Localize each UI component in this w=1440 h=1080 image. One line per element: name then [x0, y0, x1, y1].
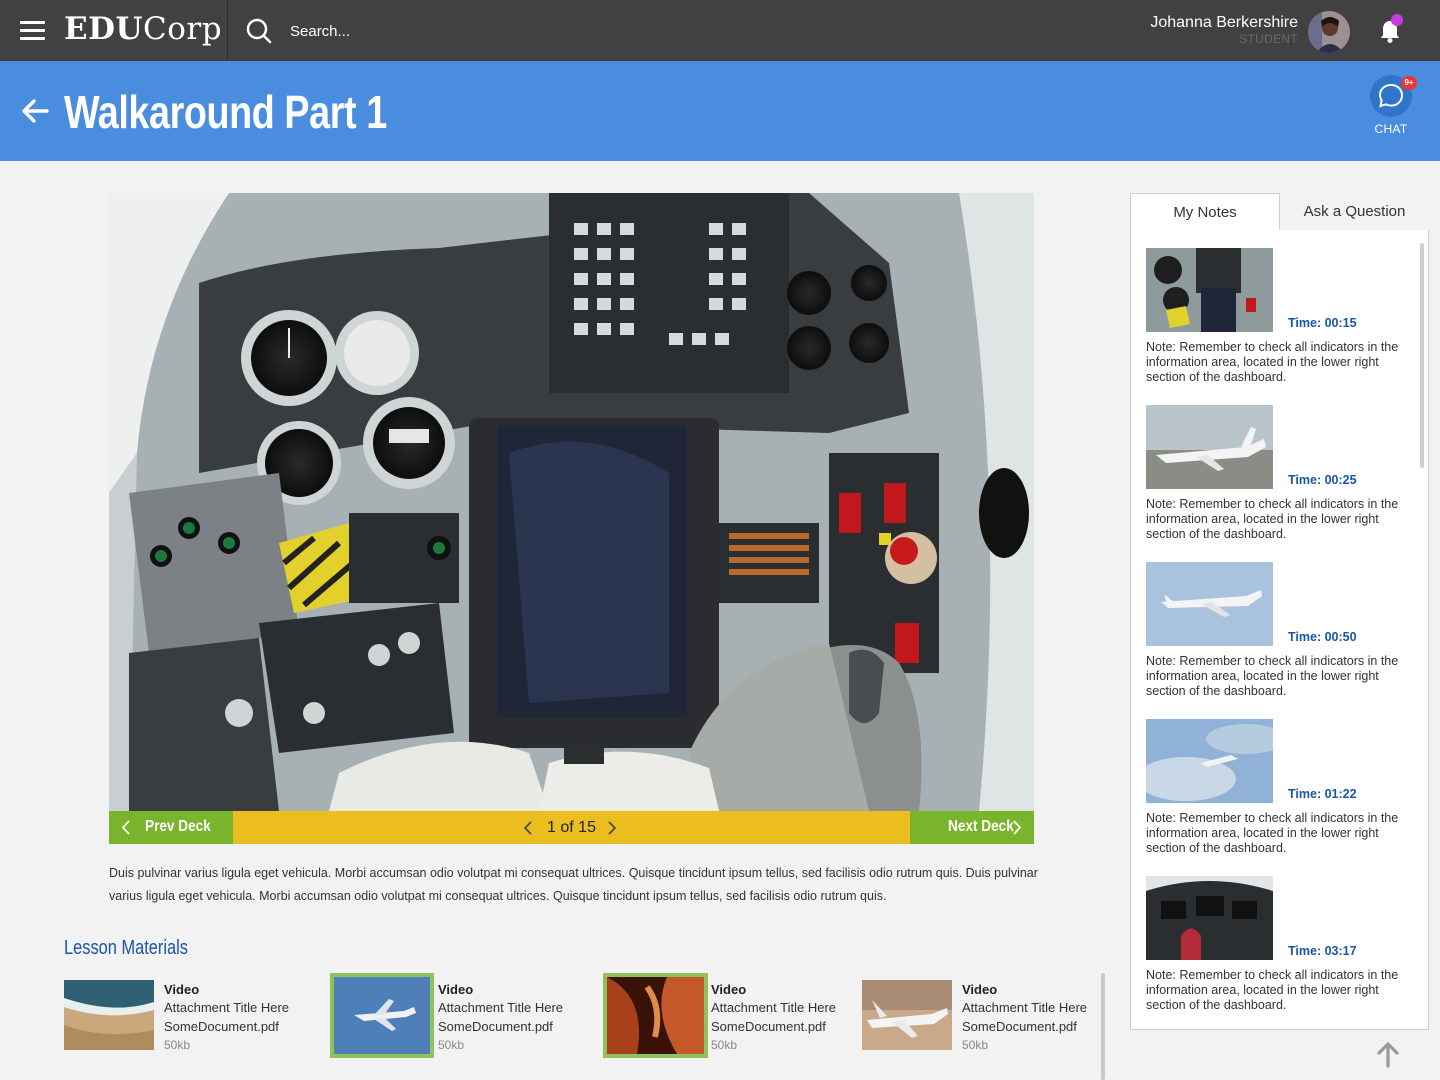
material-thumbnail — [603, 973, 708, 1058]
material-thumbnail — [862, 980, 952, 1050]
material-title: Attachment Title Here — [164, 1000, 289, 1015]
tab-my-notes[interactable]: My Notes — [1130, 193, 1280, 231]
material-filename: SomeDocument.pdf — [962, 1019, 1077, 1034]
note-thumbnail[interactable] — [1146, 405, 1273, 489]
chevron-left-icon — [121, 820, 130, 835]
note-thumbnail[interactable] — [1146, 719, 1273, 803]
material-type: Video — [438, 982, 474, 997]
material-filename: SomeDocument.pdf — [164, 1019, 279, 1034]
side-panel: My Notes Ask a Question Time: 00:15 Note… — [1130, 193, 1429, 1080]
user-name[interactable]: Johanna Berkershire — [1150, 14, 1298, 32]
materials-scrollbar[interactable] — [1101, 973, 1105, 1080]
prev-deck-button[interactable]: Prev Deck — [109, 811, 233, 844]
note-time[interactable]: Time: 00:25 — [1288, 473, 1357, 487]
note-time[interactable]: Time: 01:22 — [1288, 787, 1357, 801]
chevron-left-icon[interactable] — [523, 821, 533, 835]
material-title: Attachment Title Here — [711, 1000, 836, 1015]
top-bar: EDUCorp Johanna Berkershire STUDENT — [0, 0, 1440, 61]
material-item[interactable]: Video Attachment Title Here SomeDocument… — [330, 973, 584, 1058]
user-role: STUDENT — [1239, 32, 1298, 46]
prev-deck-label: Prev Deck — [145, 818, 211, 835]
next-deck-button[interactable]: Next Deck — [910, 811, 1034, 844]
material-thumbnail — [64, 980, 154, 1050]
title-bar: Walkaround Part 1 — [0, 61, 1440, 161]
search-icon[interactable] — [245, 17, 273, 45]
note-time[interactable]: Time: 03:17 — [1288, 944, 1357, 958]
note-text: Note: Remember to check all indicators i… — [1146, 811, 1399, 855]
page-title: Walkaround Part 1 — [64, 86, 387, 138]
note-text: Note: Remember to check all indicators i… — [1146, 654, 1399, 698]
search-input[interactable] — [290, 18, 590, 44]
tab-ask-question[interactable]: Ask a Question — [1280, 193, 1429, 231]
chat-label[interactable]: CHAT — [1370, 122, 1412, 136]
material-size: 50kb — [962, 1038, 989, 1052]
material-thumbnail — [330, 973, 434, 1058]
note-time[interactable]: Time: 00:50 — [1288, 630, 1357, 644]
lesson-materials-heading: Lesson Materials — [64, 937, 188, 959]
note-time[interactable]: Time: 00:15 — [1288, 316, 1357, 330]
material-title: Attachment Title Here — [962, 1000, 1087, 1015]
note-thumbnail[interactable] — [1146, 562, 1273, 646]
material-size: 50kb — [711, 1038, 738, 1052]
chevron-right-icon — [1013, 820, 1022, 835]
back-arrow-icon[interactable] — [20, 97, 50, 125]
deck-controls: Prev Deck 1 of 15 Next Deck — [109, 811, 1034, 844]
material-size: 50kb — [164, 1038, 191, 1052]
avatar[interactable] — [1308, 11, 1350, 53]
scroll-to-top-icon[interactable] — [1376, 1040, 1400, 1068]
notification-dot — [1391, 14, 1403, 26]
brand-logo[interactable]: EDUCorp — [64, 11, 222, 47]
note-text: Note: Remember to check all indicators i… — [1146, 497, 1399, 541]
material-item[interactable]: Video Attachment Title Here SomeDocument… — [64, 976, 314, 1056]
material-item[interactable]: Video Attachment Title Here SomeDocument… — [862, 976, 1097, 1056]
notes-list: Time: 00:15 Note: Remember to check all … — [1130, 230, 1429, 1030]
material-title: Attachment Title Here — [438, 1000, 563, 1015]
note-thumbnail[interactable] — [1146, 876, 1273, 960]
pager: 1 of 15 — [109, 811, 1034, 844]
material-type: Video — [962, 982, 998, 997]
chevron-right-icon[interactable] — [607, 821, 617, 835]
note-text: Note: Remember to check all indicators i… — [1146, 968, 1399, 1012]
material-item[interactable]: Video Attachment Title Here SomeDocument… — [603, 973, 857, 1058]
material-filename: SomeDocument.pdf — [438, 1019, 553, 1034]
material-size: 50kb — [438, 1038, 465, 1052]
menu-icon[interactable] — [20, 21, 45, 40]
material-filename: SomeDocument.pdf — [711, 1019, 826, 1034]
slide-image-cockpit[interactable] — [109, 193, 1034, 811]
next-deck-label: Next Deck — [948, 818, 1014, 835]
chat-badge: 9+ — [1401, 76, 1417, 90]
material-type: Video — [711, 982, 747, 997]
material-type: Video — [164, 982, 200, 997]
note-text: Note: Remember to check all indicators i… — [1146, 340, 1399, 384]
divider — [227, 0, 228, 61]
slide-description: Duis pulvinar varius ligula eget vehicul… — [109, 866, 1038, 903]
notes-scrollbar[interactable] — [1420, 243, 1424, 468]
page-indicator: 1 of 15 — [547, 819, 596, 836]
note-thumbnail[interactable] — [1146, 248, 1273, 332]
